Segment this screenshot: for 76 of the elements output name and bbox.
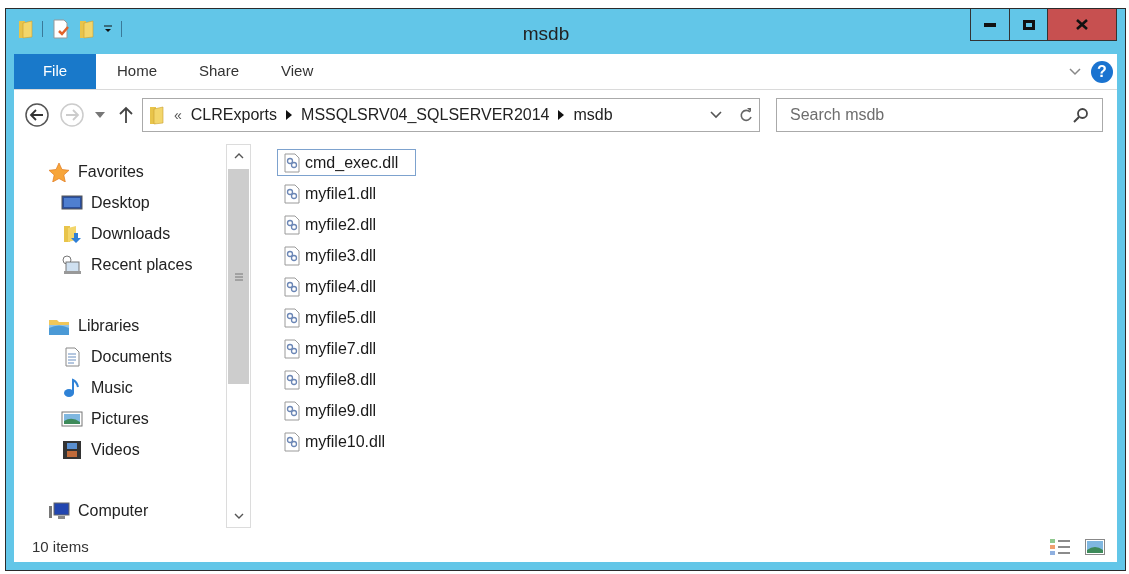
- file-item[interactable]: myfile8.dll: [277, 366, 416, 393]
- download-folder-icon: [61, 223, 83, 244]
- picture-icon: [61, 408, 83, 429]
- file-item[interactable]: myfile3.dll: [277, 242, 416, 269]
- file-item[interactable]: myfile1.dll: [277, 180, 416, 207]
- file-item[interactable]: myfile9.dll: [277, 397, 416, 424]
- search-box[interactable]: Search msdb: [776, 98, 1103, 132]
- file-gear-icon: [284, 400, 300, 421]
- close-icon: [1076, 19, 1088, 30]
- file-gear-icon: [284, 431, 300, 452]
- file-item[interactable]: cmd_exec.dll: [277, 149, 416, 176]
- separator-arrow-icon[interactable]: [558, 110, 565, 120]
- back-icon[interactable]: [24, 102, 50, 128]
- file-item[interactable]: myfile4.dll: [277, 273, 416, 300]
- computer-icon: [48, 500, 70, 521]
- item-count: 10 items: [32, 536, 89, 557]
- ribbon-tab[interactable]: Share: [178, 54, 261, 89]
- dropdown-icon[interactable]: [103, 24, 113, 34]
- nav-item[interactable]: Desktop: [48, 187, 226, 218]
- file-item[interactable]: myfile2.dll: [277, 211, 416, 238]
- file-gear-icon: [284, 214, 300, 235]
- up-arrow-icon[interactable]: [119, 106, 133, 124]
- maximize-icon: [1022, 19, 1035, 30]
- film-icon: [61, 439, 83, 460]
- scroll-down-icon[interactable]: [233, 513, 244, 519]
- file-item[interactable]: myfile7.dll: [277, 335, 416, 362]
- nav-item[interactable]: Music: [48, 372, 226, 403]
- refresh-icon[interactable]: [739, 107, 753, 123]
- file-item[interactable]: myfile10.dll: [277, 428, 416, 455]
- separator-arrow-icon[interactable]: [286, 110, 293, 120]
- breadcrumb-item[interactable]: msdb: [573, 103, 613, 127]
- breadcrumb-item[interactable]: MSSQLSRV04_SQLSERVER2014: [301, 103, 550, 127]
- folder-icon: [149, 105, 165, 125]
- breadcrumb-item[interactable]: CLRExports: [190, 103, 278, 127]
- file-item[interactable]: myfile5.dll: [277, 304, 416, 331]
- minimize-icon: [984, 22, 996, 27]
- chevron-down-icon[interactable]: [1069, 67, 1081, 76]
- nav-group[interactable]: Favorites: [48, 156, 226, 187]
- nav-item[interactable]: Pictures: [48, 403, 226, 434]
- address-bar[interactable]: « CLRExports MSSQLSRV04_SQLSERVER2014 msdb: [142, 98, 760, 132]
- ribbon-tab[interactable]: View: [260, 54, 335, 89]
- file-gear-icon: [284, 338, 300, 359]
- window-title: msdb: [522, 22, 570, 46]
- properties-icon[interactable]: [51, 19, 71, 39]
- nav-item[interactable]: Documents: [48, 341, 226, 372]
- nav-group[interactable]: Computer: [48, 495, 226, 526]
- close-button[interactable]: [1048, 9, 1116, 40]
- nav-item[interactable]: Recent places: [48, 249, 226, 280]
- file-gear-icon: [284, 307, 300, 328]
- file-gear-icon: [284, 369, 300, 390]
- file-gear-icon: [284, 183, 300, 204]
- new-folder-icon: [79, 19, 95, 39]
- nav-item[interactable]: Videos: [48, 434, 226, 465]
- details-view-icon[interactable]: [1049, 538, 1071, 556]
- folder-icon: [18, 19, 34, 39]
- scroll-up-icon[interactable]: [233, 153, 244, 159]
- file-gear-icon: [284, 245, 300, 266]
- chevron-down-icon[interactable]: [710, 111, 722, 119]
- search-icon: [1073, 107, 1089, 123]
- caret-icon[interactable]: [95, 112, 105, 118]
- vertical-scrollbar[interactable]: [226, 144, 251, 528]
- file-gear-icon: [284, 152, 300, 173]
- recent-places-icon: [61, 254, 83, 275]
- grip-icon: [234, 272, 243, 281]
- ribbon-tab[interactable]: Home: [96, 54, 178, 89]
- star-icon: [48, 161, 70, 182]
- file-tab[interactable]: File: [14, 54, 96, 89]
- help-button[interactable]: ?: [1091, 60, 1113, 83]
- large-icons-view-icon[interactable]: [1085, 539, 1105, 555]
- overflow-chevrons[interactable]: «: [174, 104, 182, 126]
- nav-item[interactable]: Downloads: [48, 218, 226, 249]
- nav-group[interactable]: Libraries: [48, 310, 226, 341]
- search-field[interactable]: Search msdb: [790, 99, 1073, 131]
- scrollbar-thumb[interactable]: [228, 169, 249, 384]
- file-gear-icon: [284, 276, 300, 297]
- monitor-icon: [61, 192, 83, 213]
